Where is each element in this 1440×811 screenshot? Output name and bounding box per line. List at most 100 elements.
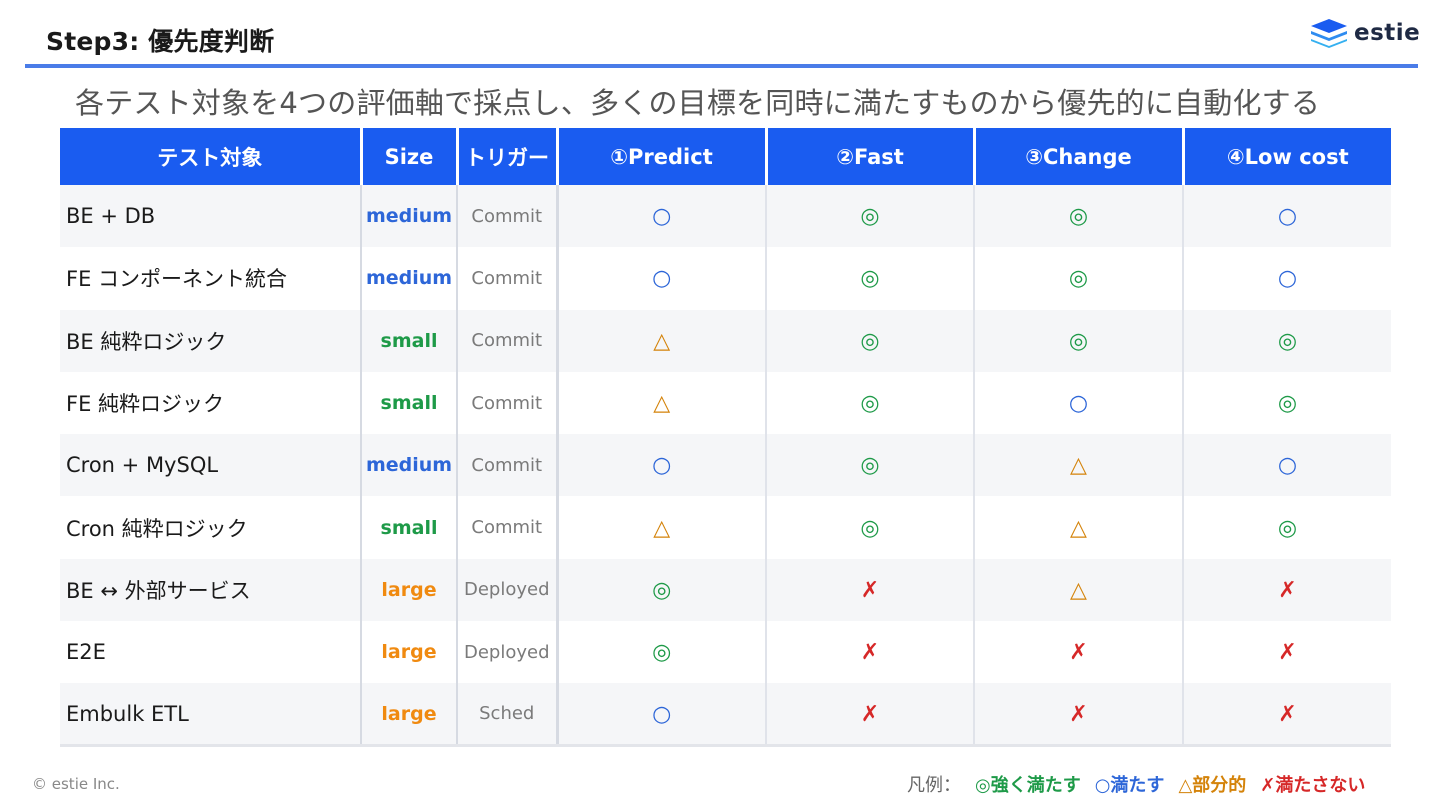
cell-score-change: △: [974, 496, 1184, 559]
cross-icon: ✗: [860, 577, 880, 603]
cell-target-name: FE コンポーネント統合: [60, 247, 362, 310]
cell-score-predict: ◎: [557, 621, 767, 684]
cell-trigger: Commit: [457, 247, 559, 310]
col-header-change: ③Change: [974, 128, 1185, 185]
cell-size: medium: [361, 247, 458, 310]
cell-score-fast: ◎: [766, 434, 975, 497]
cell-trigger: Sched: [457, 683, 559, 748]
table-row: BE 純粋ロジック small Commit △ ◎ ◎ ◎: [60, 309, 1391, 372]
legend: 凡例： ◎強く満たす ○満たす △部分的 ✗満たさない: [907, 771, 1365, 797]
triangle-icon: △: [653, 328, 671, 354]
double-circle-icon: ◎: [652, 640, 672, 666]
cell-score-low-cost: ◎: [1183, 309, 1391, 372]
priority-matrix-table: テスト対象 Size トリガー ①Predict ②Fast ③Change ④…: [60, 128, 1391, 748]
table-header-row: テスト対象 Size トリガー ①Predict ②Fast ③Change ④…: [60, 128, 1391, 185]
double-circle-icon: ◎: [860, 328, 880, 354]
circle-icon: ○: [1277, 266, 1298, 292]
legend-label: 凡例：: [907, 775, 961, 796]
cell-score-fast: ✗: [766, 558, 975, 622]
cross-icon: ✗: [1278, 577, 1297, 603]
cell-score-low-cost: ✗: [1183, 621, 1391, 684]
page-title: Step3: 優先度判断: [46, 27, 275, 56]
cell-size: small: [361, 371, 458, 435]
cell-score-low-cost: ○: [1183, 434, 1391, 497]
cell-score-predict: △: [557, 371, 767, 435]
circle-icon: ○: [652, 266, 672, 292]
cell-size: small: [361, 309, 458, 372]
cell-score-change: △: [974, 434, 1184, 497]
cell-score-change: ✗: [974, 621, 1184, 684]
table-row: Cron 純粋ロジック small Commit △ ◎ △ ◎: [60, 496, 1391, 559]
cell-trigger: Commit: [457, 434, 559, 497]
layers-logo-icon: [1311, 19, 1347, 48]
double-circle-icon: ◎: [652, 577, 672, 603]
cell-size: medium: [361, 185, 458, 248]
cell-score-fast: ✗: [766, 683, 975, 748]
cell-score-fast: ◎: [766, 371, 975, 435]
cell-score-predict: △: [557, 496, 767, 559]
cell-score-change: ✗: [974, 683, 1184, 748]
table-row: FE 純粋ロジック small Commit △ ◎ ○ ◎: [60, 371, 1391, 435]
copyright-text: © estie Inc.: [32, 775, 120, 793]
cell-score-predict: ○: [557, 434, 767, 497]
cell-score-fast: ◎: [766, 185, 975, 248]
double-circle-icon: ◎: [860, 515, 880, 541]
table-row: Cron + MySQL medium Commit ○ ◎ △ ○: [60, 434, 1391, 497]
col-header-target: テスト対象: [60, 128, 363, 185]
cross-icon: ✗: [860, 640, 880, 666]
cell-score-low-cost: ○: [1183, 185, 1391, 248]
cell-score-predict: ◎: [557, 558, 767, 622]
col-header-size: Size: [361, 128, 459, 185]
cell-target-name: Embulk ETL: [60, 683, 362, 748]
cell-size: large: [361, 621, 458, 684]
cell-score-change: △: [974, 558, 1184, 622]
legend-partial: △部分的: [1178, 775, 1247, 796]
estie-logo: estie: [1310, 18, 1420, 48]
cell-target-name: E2E: [60, 621, 362, 684]
cell-trigger: Commit: [457, 496, 559, 559]
double-circle-icon: ◎: [860, 266, 880, 292]
cross-icon: ✗: [1278, 701, 1297, 727]
cell-size: large: [361, 558, 458, 622]
double-circle-icon: ◎: [1277, 328, 1298, 354]
cross-icon: ✗: [1278, 640, 1297, 666]
col-header-predict: ①Predict: [557, 128, 768, 185]
cell-score-predict: △: [557, 309, 767, 372]
table-row: BE + DB medium Commit ○ ◎ ◎ ○: [60, 185, 1391, 248]
table-row: FE コンポーネント統合 medium Commit ○ ◎ ◎ ○: [60, 247, 1391, 310]
cell-score-fast: ◎: [766, 247, 975, 310]
double-circle-icon: ◎: [1068, 266, 1089, 292]
circle-icon: ○: [652, 453, 672, 479]
col-header-trigger: トリガー: [457, 128, 559, 185]
double-circle-icon: ◎: [1068, 204, 1089, 230]
triangle-icon: △: [1070, 577, 1087, 603]
cell-trigger: Commit: [457, 371, 559, 435]
cell-score-low-cost: ◎: [1183, 496, 1391, 559]
cross-icon: ✗: [860, 701, 880, 727]
cell-target-name: BE ↔ 外部サービス: [60, 558, 362, 622]
cell-score-change: ◎: [974, 309, 1184, 372]
cell-target-name: BE + DB: [60, 185, 362, 248]
cell-score-low-cost: ✗: [1183, 683, 1391, 748]
cell-score-low-cost: ○: [1183, 247, 1391, 310]
cell-score-predict: ○: [557, 247, 767, 310]
cell-score-low-cost: ◎: [1183, 371, 1391, 435]
page-subtitle: 各テスト対象を4つの評価軸で採点し、多くの目標を同時に満たすものから優先的に自動…: [75, 86, 1321, 120]
triangle-icon: △: [653, 515, 671, 541]
double-circle-icon: ◎: [860, 453, 880, 479]
cell-score-predict: ○: [557, 185, 767, 248]
cell-score-change: ◎: [974, 247, 1184, 310]
double-circle-icon: ◎: [860, 391, 880, 417]
cell-trigger: Commit: [457, 309, 559, 372]
legend-strong: ◎強く満たす: [975, 775, 1081, 796]
cross-icon: ✗: [1069, 701, 1088, 727]
header-divider: [25, 64, 1418, 68]
table-row: BE ↔ 外部サービス large Deployed ◎ ✗ △ ✗: [60, 558, 1391, 622]
cell-score-fast: ◎: [766, 496, 975, 559]
table-row: E2E large Deployed ◎ ✗ ✗ ✗: [60, 621, 1391, 684]
cell-size: small: [361, 496, 458, 559]
cell-size: medium: [361, 434, 458, 497]
circle-icon: ○: [652, 701, 672, 727]
triangle-icon: △: [1070, 453, 1087, 479]
circle-icon: ○: [652, 204, 672, 230]
